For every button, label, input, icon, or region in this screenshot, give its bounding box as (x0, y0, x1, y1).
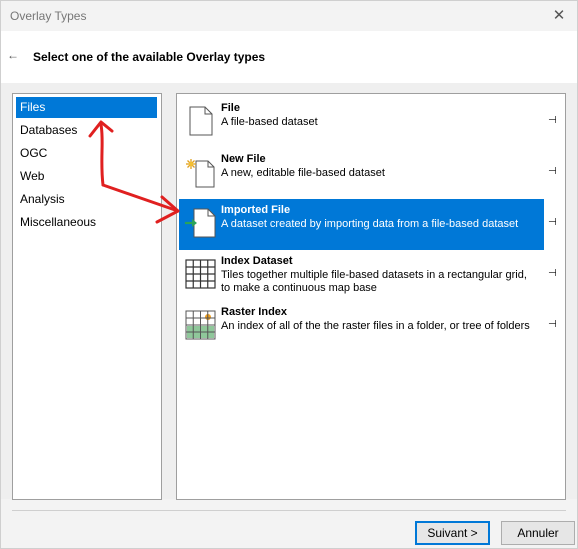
close-icon[interactable]: ✕ (549, 6, 569, 26)
imported-file-icon (185, 208, 216, 238)
overlay-type-raster-index[interactable]: Raster Index An index of all of the the … (179, 301, 544, 352)
pin-icon[interactable]: ⊣ (548, 319, 557, 330)
pin-icon[interactable]: ⊣ (548, 268, 557, 279)
category-list[interactable]: Files Databases OGC Web Analysis Miscell… (12, 93, 162, 500)
content-area: Files Databases OGC Web Analysis Miscell… (1, 83, 577, 500)
new-file-icon (186, 159, 215, 188)
overlay-type-description: A file-based dataset (221, 116, 318, 128)
pin-icon[interactable]: ⊣ (548, 115, 557, 126)
footer-separator (12, 510, 566, 511)
header-title: Select one of the available Overlay type… (33, 50, 266, 64)
overlay-type-index-dataset[interactable]: Index Dataset Tiles together multiple fi… (179, 250, 544, 301)
overlay-types-dialog: Overlay Types ✕ ← Select one of the avai… (0, 0, 578, 549)
overlay-type-name: File (221, 102, 240, 114)
category-item-files[interactable]: Files (16, 97, 157, 118)
grid-icon (185, 259, 216, 289)
back-arrow-icon[interactable]: ← (7, 48, 19, 62)
next-button[interactable]: Suivant > (415, 521, 490, 545)
category-item-miscellaneous[interactable]: Miscellaneous (16, 212, 157, 233)
overlay-type-name: Raster Index (221, 306, 288, 318)
pin-icon[interactable]: ⊣ (548, 166, 557, 177)
header-row: ← Select one of the available Overlay ty… (1, 31, 577, 83)
window-title: Overlay Types (10, 9, 87, 23)
category-item-web[interactable]: Web (16, 166, 157, 187)
raster-index-icon (185, 310, 216, 340)
overlay-type-description: A new, editable file-based dataset (221, 167, 385, 179)
pin-icon[interactable]: ⊣ (548, 217, 557, 228)
file-icon (189, 106, 213, 136)
title-bar: Overlay Types ✕ (1, 1, 577, 31)
overlay-type-imported-file[interactable]: Imported File A dataset created by impor… (179, 199, 544, 250)
overlay-type-file[interactable]: File A file-based dataset (179, 97, 544, 148)
overlay-type-description: A dataset created by importing data from… (221, 218, 519, 230)
cancel-button[interactable]: Annuler (501, 521, 575, 545)
overlay-type-description: Tiles together multiple file-based datas… (221, 269, 527, 294)
overlay-type-name: Index Dataset (221, 255, 293, 267)
overlay-type-list[interactable]: File A file-based dataset ⊣ New File A n… (176, 93, 566, 500)
overlay-type-name: Imported File (221, 204, 291, 216)
category-item-databases[interactable]: Databases (16, 120, 157, 141)
overlay-type-name: New File (221, 153, 266, 165)
category-item-analysis[interactable]: Analysis (16, 189, 157, 210)
category-item-ogc[interactable]: OGC (16, 143, 157, 164)
overlay-type-description: An index of all of the the raster files … (221, 320, 530, 332)
overlay-type-new-file[interactable]: New File A new, editable file-based data… (179, 148, 544, 199)
